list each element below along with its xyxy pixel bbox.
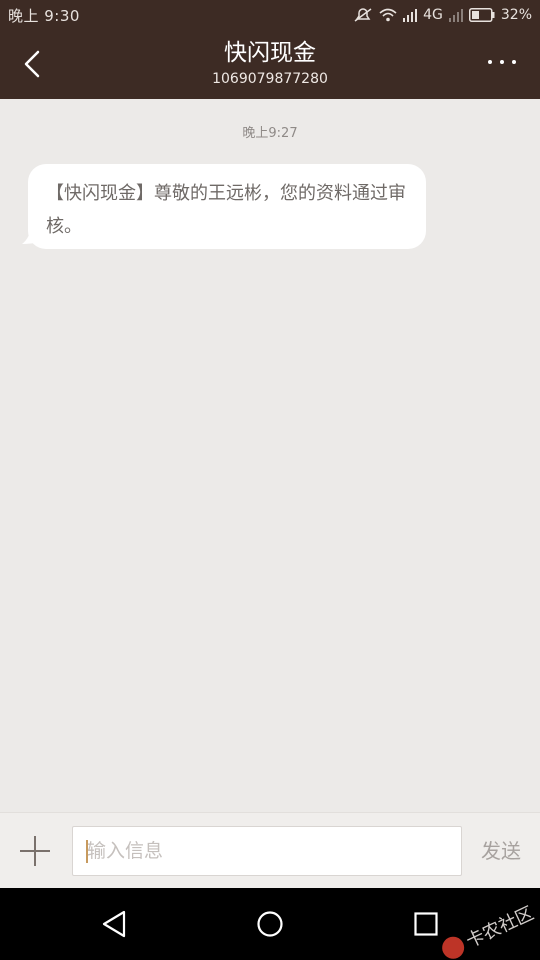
square-recent-icon bbox=[414, 912, 438, 936]
message-bubble[interactable]: 【快闪现金】尊敬的王远彬，您的资料通过审核。 bbox=[28, 164, 426, 249]
status-indicators: 4G 32% bbox=[353, 7, 532, 23]
watermark-text: 卡农社区 bbox=[462, 902, 538, 953]
more-button[interactable] bbox=[484, 52, 520, 72]
nav-home-button[interactable] bbox=[256, 910, 284, 942]
back-button[interactable] bbox=[18, 48, 50, 80]
sender-number: 1069079877280 bbox=[212, 71, 328, 87]
mute-icon bbox=[353, 7, 373, 23]
signal-2-icon bbox=[448, 8, 463, 22]
signal-icon bbox=[403, 8, 418, 22]
message-list[interactable]: 晚上9:27 【快闪现金】尊敬的王远彬，您的资料通过审核。 bbox=[0, 99, 540, 812]
triangle-back-icon bbox=[102, 910, 126, 938]
message-text: 【快闪现金】尊敬的王远彬，您的资料通过审核。 bbox=[46, 183, 406, 237]
text-caret bbox=[86, 840, 88, 863]
plus-icon bbox=[20, 836, 50, 866]
battery-level: 32% bbox=[500, 7, 532, 23]
message-input[interactable] bbox=[72, 826, 462, 876]
watermark-logo-icon bbox=[438, 933, 468, 960]
more-dots-icon bbox=[488, 60, 516, 64]
conversation-header: 快闪现金 1069079877280 bbox=[0, 30, 540, 99]
chevron-left-icon bbox=[24, 50, 40, 78]
nav-back-button[interactable] bbox=[100, 909, 128, 943]
wifi-icon bbox=[379, 8, 397, 22]
page-title: 快闪现金 bbox=[224, 40, 316, 66]
watermark: 卡农社区 bbox=[438, 899, 538, 960]
battery-icon bbox=[468, 8, 495, 22]
input-bar: 发送 bbox=[0, 812, 540, 888]
circle-home-icon bbox=[257, 911, 283, 937]
nav-recent-button[interactable] bbox=[414, 912, 438, 940]
status-time: 晚上 9:30 bbox=[8, 6, 80, 25]
status-bar: 晚上 9:30 4G 32% bbox=[0, 0, 540, 30]
send-button[interactable]: 发送 bbox=[472, 835, 530, 867]
attach-button[interactable] bbox=[18, 834, 52, 868]
network-label: 4G bbox=[423, 7, 443, 23]
message-timestamp: 晚上9:27 bbox=[242, 126, 298, 141]
title-block: 快闪现金 1069079877280 bbox=[120, 38, 420, 88]
system-nav-bar: 卡农社区 bbox=[0, 888, 540, 960]
